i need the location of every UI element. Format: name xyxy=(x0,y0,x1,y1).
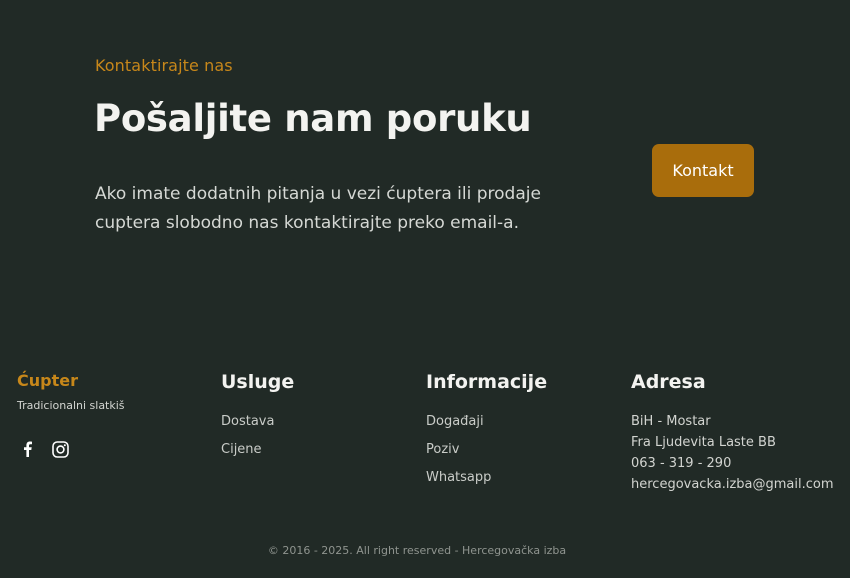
contact-headline: Pošaljite nam poruku xyxy=(94,97,532,140)
address-street: Fra Ljudevita Laste BB xyxy=(631,435,776,450)
footer-address-title: Adresa xyxy=(631,371,706,393)
footer-link-cijene[interactable]: Cijene xyxy=(221,441,274,469)
contact-eyebrow: Kontaktirajte nas xyxy=(95,56,233,75)
copyright-text: © 2016 - 2025. All right reserved - Herc… xyxy=(267,544,567,557)
footer-brand-title: Ćupter xyxy=(17,371,78,390)
footer-link-dogadaji[interactable]: Događaji xyxy=(426,413,491,441)
footer-link-poziv[interactable]: Poziv xyxy=(426,441,491,469)
footer-brand-subtitle: Tradicionalni slatkiš xyxy=(17,399,125,412)
footer-info-title: Informacije xyxy=(426,371,548,393)
facebook-icon[interactable] xyxy=(18,440,36,458)
contact-description: Ako imate dodatnih pitanja u vezi ćupter… xyxy=(95,184,541,233)
footer-address-list: BiH - Mostar Fra Ljudevita Laste BB 063 … xyxy=(631,413,834,497)
address-email: hercegovacka.izba@gmail.com xyxy=(631,477,834,492)
address-location: BiH - Mostar xyxy=(631,414,711,429)
footer-link-whatsapp[interactable]: Whatsapp xyxy=(426,469,491,497)
instagram-icon[interactable] xyxy=(51,440,69,458)
footer-services-list: Dostava Cijene xyxy=(221,413,274,469)
footer-services-title: Usluge xyxy=(221,371,295,393)
footer-link-dostava[interactable]: Dostava xyxy=(221,413,274,441)
contact-button[interactable]: Kontakt xyxy=(652,144,754,197)
page: Kontaktirajte nas Pošaljite nam poruku A… xyxy=(0,0,850,578)
footer-info-list: Događaji Poziv Whatsapp xyxy=(426,413,491,497)
address-phone: 063 - 319 - 290 xyxy=(631,456,732,471)
